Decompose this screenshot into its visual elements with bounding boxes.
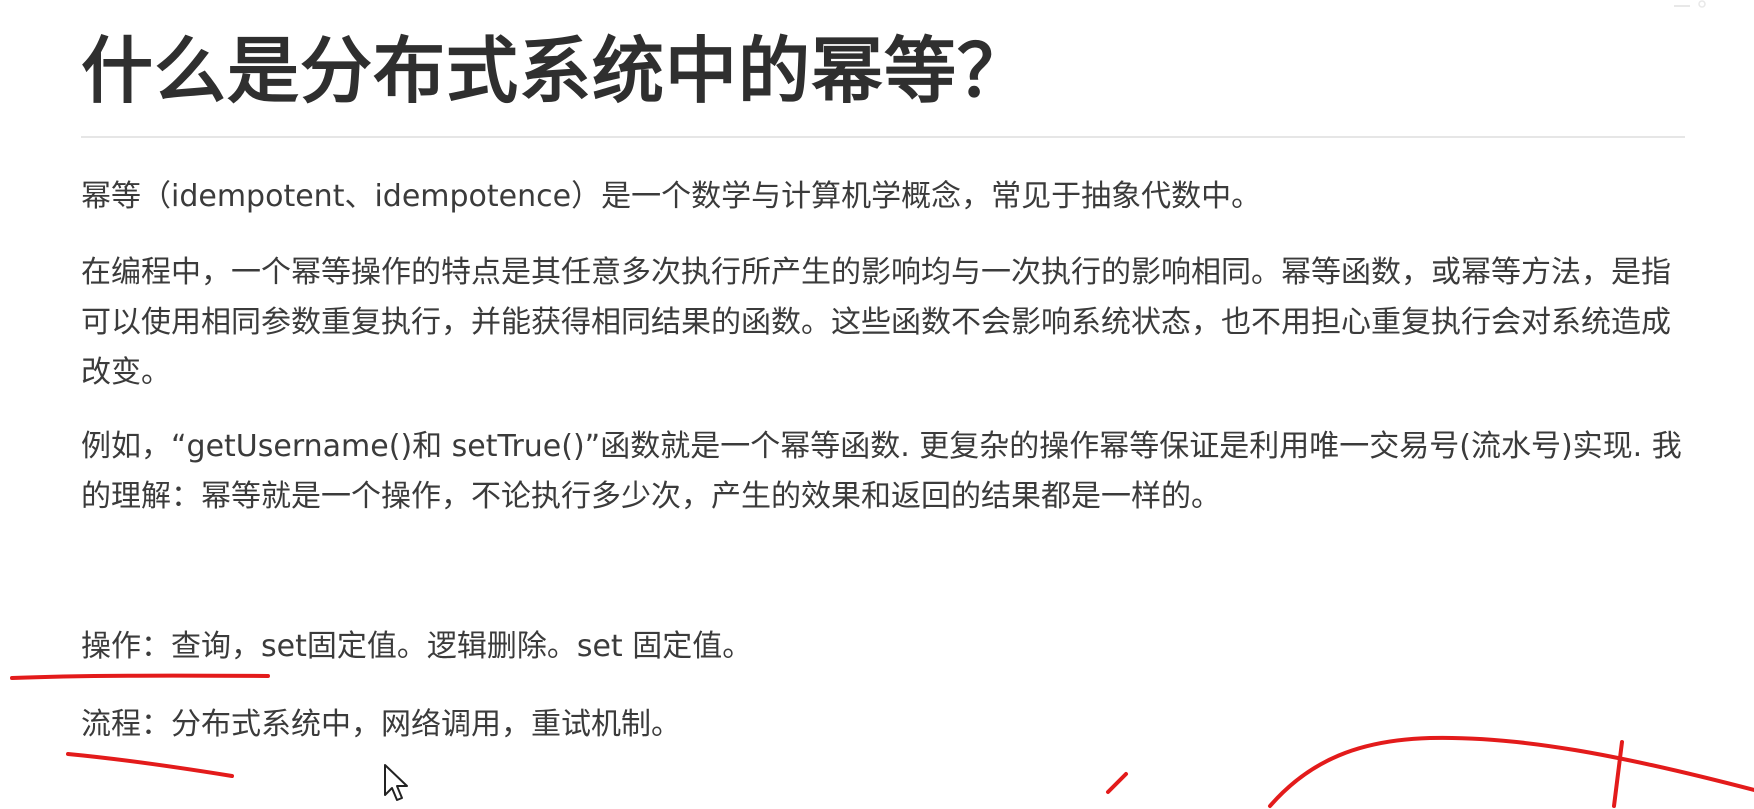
title-divider xyxy=(81,136,1685,138)
document-view: 什么是分布式系统中的幂等？ 幂等（idempotent、idempotence）… xyxy=(0,0,1754,809)
paragraph-process: 流程：分布式系统中，网络调用，重试机制。 xyxy=(81,707,681,742)
mouse-pointer-icon xyxy=(384,764,408,801)
paragraph-definition: 幂等（idempotent、idempotence）是一个数学与计算机学概念，常… xyxy=(81,179,1262,214)
corner-decoration-icon xyxy=(1674,0,1706,8)
paragraph-example: 例如，“getUsername()和 setTrue()”函数就是一个幂等函数.… xyxy=(81,429,1682,514)
page-title: 什么是分布式系统中的幂等？ xyxy=(81,29,1031,113)
paragraph-operations: 操作：查询，set固定值。逻辑删除。set 固定值。 xyxy=(81,629,753,664)
paragraph-programming: 在编程中，一个幂等操作的特点是其任意多次执行所产生的影响均与一次执行的影响相同。… xyxy=(81,255,1671,390)
